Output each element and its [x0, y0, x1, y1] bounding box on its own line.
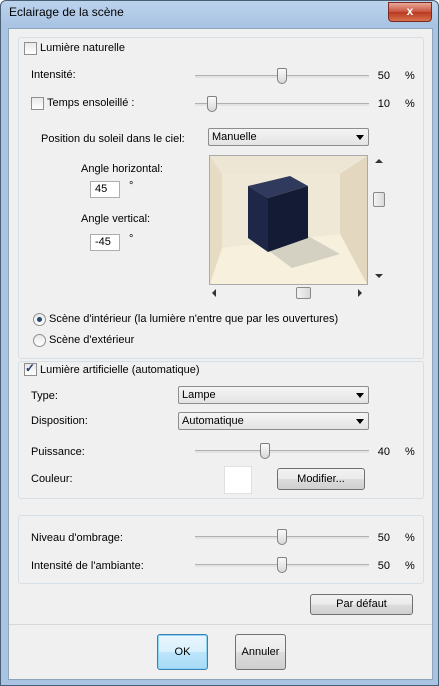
scroll-down-icon[interactable] — [375, 274, 383, 278]
ambient-intensity-slider-thumb[interactable] — [277, 557, 287, 573]
room-cube-preview-graphic — [210, 156, 367, 284]
layout-label: Disposition: — [31, 415, 88, 427]
sun-position-selected-value: Manuelle — [212, 131, 257, 143]
interior-scene-label: Scène d'intérieur (la lumière n'entre qu… — [49, 313, 339, 325]
title-bar[interactable]: Eclairage de la scène x — [1, 1, 438, 27]
vertical-angle-label: Angle vertical: — [81, 213, 151, 225]
preview-vertical-scrollbar[interactable] — [372, 156, 386, 283]
sun-position-select[interactable]: Manuelle — [208, 128, 369, 146]
type-select[interactable]: Lampe — [178, 386, 369, 404]
horizontal-angle-degree: ° — [129, 180, 134, 192]
intensity-value: 50 — [377, 70, 390, 82]
default-button[interactable]: Par défaut — [310, 594, 413, 615]
window-title: Eclairage de la scène — [9, 5, 124, 19]
intensity-slider-thumb[interactable] — [277, 68, 287, 84]
scroll-right-icon[interactable] — [358, 289, 362, 297]
scroll-left-icon[interactable] — [212, 289, 216, 297]
dialog-window: Eclairage de la scène x Lumière naturell… — [0, 0, 439, 686]
sunny-weather-checkbox[interactable] — [31, 97, 44, 110]
preview-vertical-scroll-thumb[interactable] — [373, 192, 385, 207]
power-slider-thumb[interactable] — [259, 443, 270, 459]
type-selected-value: Lampe — [182, 389, 216, 401]
horizontal-angle-input[interactable]: 45 — [90, 181, 120, 198]
sun-position-preview[interactable] — [209, 155, 368, 285]
sunny-weather-value: 10 — [377, 98, 390, 110]
chevron-down-icon — [356, 135, 364, 140]
dialog-client-area: Lumière naturelle Intensité: 50 % Temps … — [8, 28, 433, 680]
preview-horizontal-scrollbar[interactable] — [209, 286, 367, 300]
chevron-down-icon — [356, 419, 364, 424]
power-percent: % — [405, 446, 415, 458]
shade-level-slider[interactable] — [195, 529, 369, 547]
color-swatch[interactable] — [224, 466, 252, 494]
button-bar-separator — [9, 624, 432, 625]
exterior-scene-label: Scène d'extérieur — [49, 334, 135, 346]
ambient-intensity-value: 50 — [377, 560, 390, 572]
type-label: Type: — [31, 390, 58, 402]
intensity-percent: % — [405, 70, 415, 82]
cancel-button[interactable]: Annuler — [235, 634, 286, 670]
natural-light-checkbox[interactable] — [24, 42, 37, 55]
intensity-slider[interactable] — [195, 68, 369, 86]
layout-selected-value: Automatique — [182, 415, 244, 427]
ambient-intensity-label: Intensité de l'ambiante: — [31, 560, 144, 572]
natural-light-label: Lumière naturelle — [40, 42, 125, 54]
vertical-angle-degree: ° — [129, 233, 134, 245]
sun-position-label: Position du soleil dans le ciel: — [41, 133, 185, 145]
close-button[interactable]: x — [388, 2, 432, 22]
sunny-weather-percent: % — [405, 98, 415, 110]
power-label: Puissance: — [31, 446, 85, 458]
vertical-angle-input[interactable]: -45 — [90, 234, 120, 251]
modify-color-button[interactable]: Modifier... — [277, 468, 365, 490]
power-slider-track — [195, 450, 369, 453]
sunny-weather-slider-thumb[interactable] — [207, 96, 218, 112]
intensity-label: Intensité: — [31, 69, 76, 81]
shade-level-slider-thumb[interactable] — [277, 529, 287, 545]
shade-level-percent: % — [405, 532, 415, 544]
interior-scene-radio[interactable] — [33, 313, 46, 326]
artificial-light-label: Lumière artificielle (automatique) — [40, 364, 200, 376]
sunny-weather-slider[interactable] — [195, 96, 369, 114]
exterior-scene-radio[interactable] — [33, 334, 46, 347]
power-slider[interactable] — [195, 443, 369, 461]
color-label: Couleur: — [31, 473, 73, 485]
chevron-down-icon — [356, 393, 364, 398]
shade-level-value: 50 — [377, 532, 390, 544]
sunny-weather-slider-track — [195, 103, 369, 106]
scroll-up-icon[interactable] — [375, 159, 383, 163]
artificial-light-checkbox[interactable] — [24, 361, 37, 376]
horizontal-angle-label: Angle horizontal: — [81, 163, 163, 175]
power-value: 40 — [377, 446, 390, 458]
ambient-intensity-percent: % — [405, 560, 415, 572]
ambient-intensity-slider[interactable] — [195, 557, 369, 575]
ok-button[interactable]: OK — [157, 634, 208, 670]
sunny-weather-label: Temps ensoleillé : — [47, 97, 135, 109]
preview-horizontal-scroll-thumb[interactable] — [296, 287, 311, 299]
shade-level-label: Niveau d'ombrage: — [31, 532, 123, 544]
layout-select[interactable]: Automatique — [178, 412, 369, 430]
